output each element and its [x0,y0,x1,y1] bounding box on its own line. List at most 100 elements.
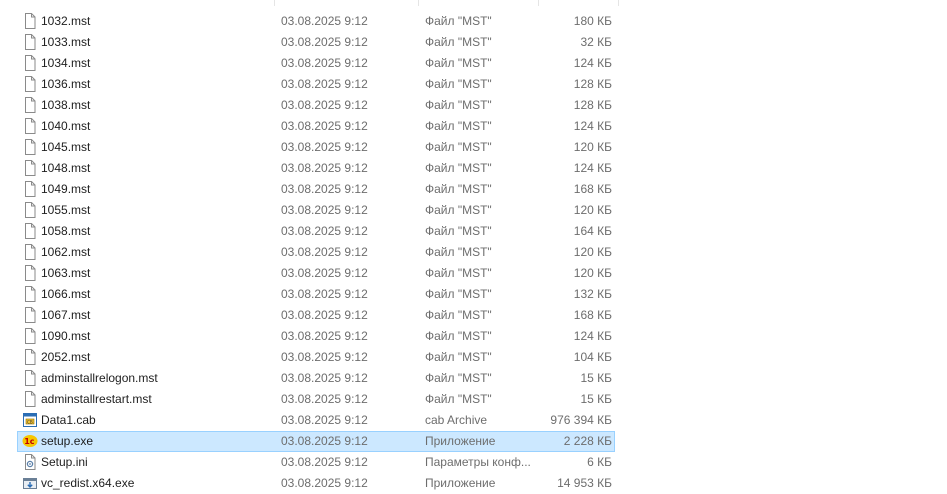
file-type: Файл "MST" [425,119,492,133]
file-name: 1045.mst [41,140,91,154]
file-name: 1063.mst [41,266,91,280]
file-size: 120 КБ [573,203,612,217]
file-date-modified: 03.08.2025 9:12 [281,476,368,490]
file-row[interactable]: adminstallrelogon.mst 03.08.2025 9:12 Файл… [17,368,615,389]
file-row[interactable]: 1055.mst 03.08.2025 9:12 Файл "MST" 120 КБ [17,200,615,221]
file-type: Файл "MST" [425,224,492,238]
file-type: Приложение [425,476,496,490]
file-date-modified: 03.08.2025 9:12 [281,329,368,343]
document-icon [22,328,38,344]
file-type: Файл "MST" [425,287,492,301]
file-name: setup.exe [41,434,94,448]
file-size: 124 КБ [573,161,612,175]
settings-file-icon [22,454,38,470]
file-type: Файл "MST" [425,56,492,70]
file-size: 132 КБ [573,287,612,301]
file-size: 168 КБ [573,182,612,196]
file-name: 1062.mst [41,245,91,259]
file-name: adminstallrelogon.mst [41,371,158,385]
file-type: Файл "MST" [425,308,492,322]
file-row[interactable]: 1058.mst 03.08.2025 9:12 Файл "MST" 164 КБ [17,221,615,242]
file-size: 180 КБ [573,14,612,28]
file-row[interactable]: 1090.mst 03.08.2025 9:12 Файл "MST" 124 КБ [17,326,615,347]
file-row[interactable]: 2052.mst 03.08.2025 9:12 Файл "MST" 104 КБ [17,347,615,368]
document-icon [22,118,38,134]
file-name: adminstallrestart.mst [41,392,152,406]
file-size: 128 КБ [573,77,612,91]
document-icon [22,244,38,260]
file-date-modified: 03.08.2025 9:12 [281,245,368,259]
file-name: 1038.mst [41,98,91,112]
document-icon [22,265,38,281]
document-icon [22,139,38,155]
file-name: 1049.mst [41,182,91,196]
file-type: Файл "MST" [425,98,492,112]
document-icon [22,286,38,302]
file-row[interactable]: 1036.mst 03.08.2025 9:12 Файл "MST" 128 КБ [17,74,615,95]
file-row[interactable]: 1063.mst 03.08.2025 9:12 Файл "MST" 120 КБ [17,263,615,284]
file-size: 15 КБ [580,392,612,406]
file-date-modified: 03.08.2025 9:12 [281,161,368,175]
file-type: Файл "MST" [425,161,492,175]
file-size: 124 КБ [573,329,612,343]
document-icon [22,307,38,323]
document-icon [22,370,38,386]
file-size: 120 КБ [573,266,612,280]
file-row[interactable]: 1062.mst 03.08.2025 9:12 Файл "MST" 120 КБ [17,242,615,263]
file-name: vc_redist.x64.exe [41,476,135,490]
file-name: 1058.mst [41,224,91,238]
file-name: 1040.mst [41,119,91,133]
file-row[interactable]: 1038.mst 03.08.2025 9:12 Файл "MST" 128 КБ [17,95,615,116]
file-name: 2052.mst [41,350,91,364]
file-date-modified: 03.08.2025 9:12 [281,392,368,406]
file-size: 976 394 КБ [550,413,612,427]
file-row[interactable]: 1034.mst 03.08.2025 9:12 Файл "MST" 124 КБ [17,53,615,74]
document-icon [22,55,38,71]
file-date-modified: 03.08.2025 9:12 [281,287,368,301]
file-row[interactable]: 1033.mst 03.08.2025 9:12 Файл "MST" 32 КБ [17,32,615,53]
column-separator[interactable] [618,0,619,6]
installer-icon [22,475,38,491]
file-row[interactable]: 1045.mst 03.08.2025 9:12 Файл "MST" 120 КБ [17,137,615,158]
file-size: 164 КБ [573,224,612,238]
document-icon [22,13,38,29]
file-type: Файл "MST" [425,35,492,49]
file-row[interactable]: 1067.mst 03.08.2025 9:12 Файл "MST" 168 КБ [17,305,615,326]
column-separator[interactable] [274,0,275,6]
file-date-modified: 03.08.2025 9:12 [281,350,368,364]
file-row[interactable]: 1032.mst 03.08.2025 9:12 Файл "MST" 180 КБ [17,11,615,32]
document-icon [22,349,38,365]
file-row[interactable]: adminstallrestart.mst 03.08.2025 9:12 Файл… [17,389,615,410]
document-icon [22,76,38,92]
file-type: Файл "MST" [425,77,492,91]
file-row[interactable]: Setup.ini 03.08.2025 9:12 Параметры конф..… [17,452,615,473]
file-date-modified: 03.08.2025 9:12 [281,77,368,91]
file-name: 1034.mst [41,56,91,70]
document-icon [22,223,38,239]
column-separator[interactable] [418,0,419,6]
file-size: 32 КБ [580,35,612,49]
file-type: Файл "MST" [425,350,492,364]
document-icon [22,391,38,407]
file-row[interactable]: 1049.mst 03.08.2025 9:12 Файл "MST" 168 КБ [17,179,615,200]
document-icon [22,160,38,176]
file-row[interactable]: 1048.mst 03.08.2025 9:12 Файл "MST" 124 КБ [17,158,615,179]
document-icon [22,34,38,50]
file-row[interactable]: 1040.mst 03.08.2025 9:12 Файл "MST" 124 КБ [17,116,615,137]
file-row[interactable]: vc_redist.x64.exe 03.08.2025 9:12 Приложен… [17,473,615,494]
file-date-modified: 03.08.2025 9:12 [281,56,368,70]
file-name: 1067.mst [41,308,91,322]
file-list: 1032.mst 03.08.2025 9:12 Файл "MST" 180 КБ 1… [0,0,947,494]
svg-text:CB: CB [27,419,33,424]
file-type: Файл "MST" [425,245,492,259]
file-size: 104 КБ [573,350,612,364]
file-type: Файл "MST" [425,329,492,343]
file-row[interactable]: 1066.mst 03.08.2025 9:12 Файл "MST" 132 КБ [17,284,615,305]
file-size: 14 953 КБ [557,476,612,490]
column-separator[interactable] [538,0,539,6]
file-date-modified: 03.08.2025 9:12 [281,140,368,154]
file-name: 1055.mst [41,203,91,217]
file-size: 124 КБ [573,56,612,70]
file-row[interactable]: 1c setup.exe 03.08.2025 9:12 Приложение 2 22… [17,431,615,452]
file-row[interactable]: CB Data1.cab 03.08.2025 9:12 cab Archive 976… [17,410,615,431]
